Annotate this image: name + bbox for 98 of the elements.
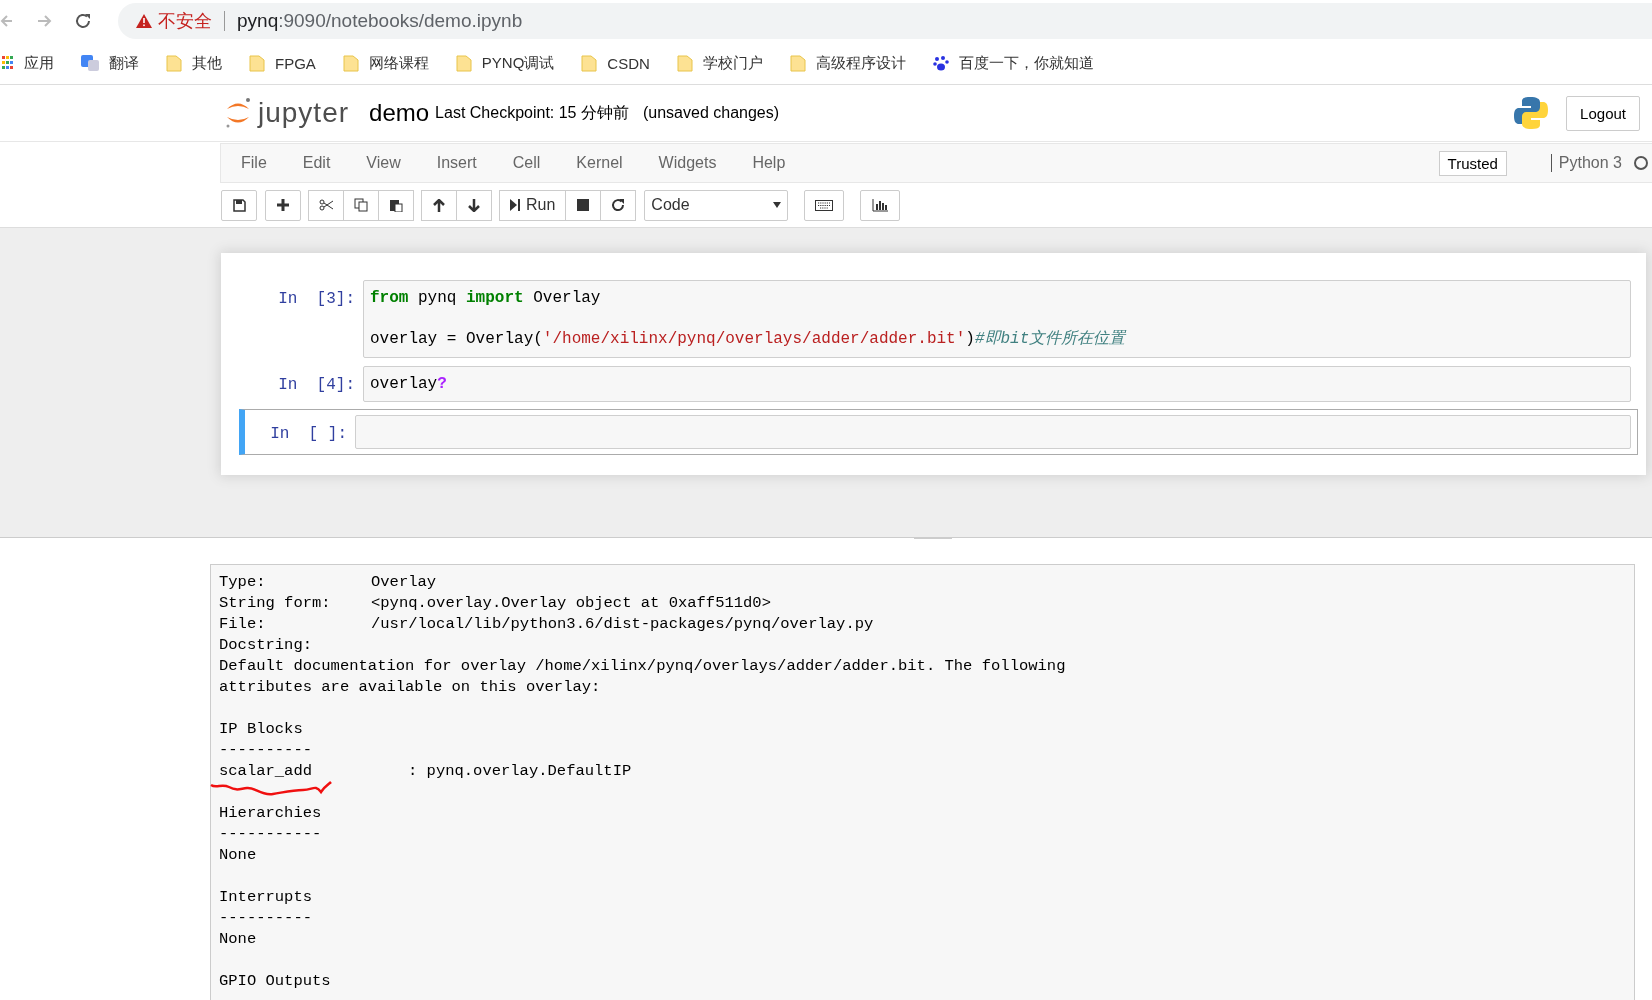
doc-text: Default documentation for overlay /home/xilinx/pynq/overlays/adder/adder.bit. The following [219,656,1066,677]
doc-text: ---------- [219,908,312,929]
autosave-status: (unsaved changes) [642,104,780,122]
clipboard-icon [389,198,403,212]
doc-text: None [219,929,257,950]
security-label: 不安全 [158,10,212,33]
doc-text: Interrupts [219,887,312,908]
field-value: /usr/local/lib/python3.6/dist-packages/pynq/overlay.py [371,614,874,635]
run-button[interactable]: Run [499,189,567,221]
caret-icon [773,202,782,208]
menu-item[interactable]: Edit [284,154,349,172]
cell-type-dropdown[interactable]: Code [644,189,789,221]
reload-icon[interactable] [74,12,92,30]
code-line: overlay = Overlay('/home/xilinx/pynq/overlays/adder/adder.bit')#即bit文件所在位置 [370,330,1126,348]
restart-button[interactable] [600,189,637,221]
translate-icon [81,55,99,71]
folder-icon [676,54,693,72]
code-cell[interactable]: In [ ]: [239,409,1638,455]
code-input[interactable]: overlay? [363,365,1631,402]
python-logo-icon [1514,96,1549,130]
field-value: Overlay [371,572,437,593]
field-label: String form: [219,593,332,614]
play-icon [510,199,520,211]
input-prompt: In [3]: [277,289,356,308]
folder-icon [166,54,182,72]
menu-item[interactable]: Insert [418,154,495,172]
stop-button[interactable] [565,189,602,221]
field-label: Type: [219,572,267,593]
bookmark[interactable]: FPGA [249,54,316,72]
field-label: File: [219,614,267,635]
code-line: from pynq import Overlay [370,289,601,307]
warning-icon [136,14,152,28]
restart-icon [611,198,626,212]
chart-button[interactable] [860,189,901,221]
ip-block-name: scalar_add [219,761,408,782]
menu-item[interactable]: Help [734,154,804,172]
plus-icon [277,199,289,211]
cut-button[interactable] [308,189,344,221]
save-icon [232,198,246,212]
doc-text: ---------- [219,740,312,761]
bookmark[interactable]: 网络课程 [342,53,429,73]
copy-icon [354,198,368,212]
menu-item[interactable]: Cell [494,154,559,172]
move-up-button[interactable] [421,189,457,221]
doc-text: IP Blocks [219,719,303,740]
menu-item[interactable]: Widgets [640,154,735,172]
code-cell[interactable]: In [3]: from pynq import Overlay overlay = Overlay('/home/xilinx/pynq/overlays/adder/adder.bit')#即bit文件所在位置 [239,279,1638,359]
folder-icon [581,54,598,72]
menu-item[interactable]: View [348,154,419,172]
code-cell[interactable]: In [4]: overlay? [239,364,1638,403]
code-line: overlay? [370,374,447,393]
doc-text: ----------- [219,824,322,845]
code-input[interactable] [355,415,1631,449]
move-down-button[interactable] [456,189,492,221]
bookmark[interactable]: 百度一下，你就知道 [932,53,1094,73]
bookmark[interactable]: 应用 [2,53,54,73]
input-prompt: In [4]: [277,374,356,394]
kernel-name[interactable]: Python 3 [1550,154,1622,172]
menu-item[interactable]: Kernel [558,154,641,172]
scissors-icon [319,199,333,211]
address-field[interactable]: 不安全 pynq:9090/notebooks/demo.ipynb [118,3,1652,39]
keyboard-icon [815,199,834,211]
bookmark[interactable]: CSDN [581,54,650,72]
bookmark[interactable]: 其他 [166,53,222,73]
bookmark[interactable]: 翻译 [81,53,139,73]
url-text: pynq:9090/notebooks/demo.ipynb [237,10,523,32]
folder-icon [249,54,265,72]
menu-item[interactable]: File [221,154,285,172]
notebook-name[interactable]: demo [369,99,430,127]
folder-icon [789,54,806,72]
trusted-indicator[interactable]: Trusted [1438,150,1507,176]
doc-text: attributes are available on this overlay: [219,677,601,698]
arrow-up-icon [433,198,445,212]
bookmark[interactable]: 学校门户 [676,53,763,73]
input-prompt: In [ ]: [269,424,348,443]
field-value: <pynq.overlay.Overlay object at 0xaff511d0> [371,593,771,614]
folder-icon [342,54,359,72]
bookmark[interactable]: PYNQ调试 [455,53,555,73]
save-button[interactable] [221,189,257,221]
doc-text: None [219,845,257,866]
doc-text: Hierarchies [219,803,322,824]
ip-block-type: : pynq.overlay.DefaultIP [408,761,632,782]
folder-icon [455,54,472,72]
add-cell-button[interactable] [265,189,301,221]
paw-icon [932,55,949,71]
checkpoint-status: Last Checkpoint: 15 分钟前 [435,102,629,123]
code-input[interactable]: from pynq import Overlay overlay = Overlay('/home/xilinx/pynq/overlays/adder/adder.bit')#即bit文件所在位置 [363,280,1631,358]
keyboard-button[interactable] [804,189,845,221]
logout-button[interactable]: Logout [1566,95,1640,131]
apps-grid-icon [2,56,14,70]
jupyter-logo[interactable]: jupyter [224,96,350,130]
paste-button[interactable] [378,189,414,221]
doc-text: Docstring: [219,635,312,656]
arrow-down-icon [468,198,480,212]
bar-chart-icon [872,198,889,212]
stop-icon [577,199,590,211]
doc-text: GPIO Outputs [219,971,331,992]
bookmark[interactable]: 高级程序设计 [789,53,906,73]
